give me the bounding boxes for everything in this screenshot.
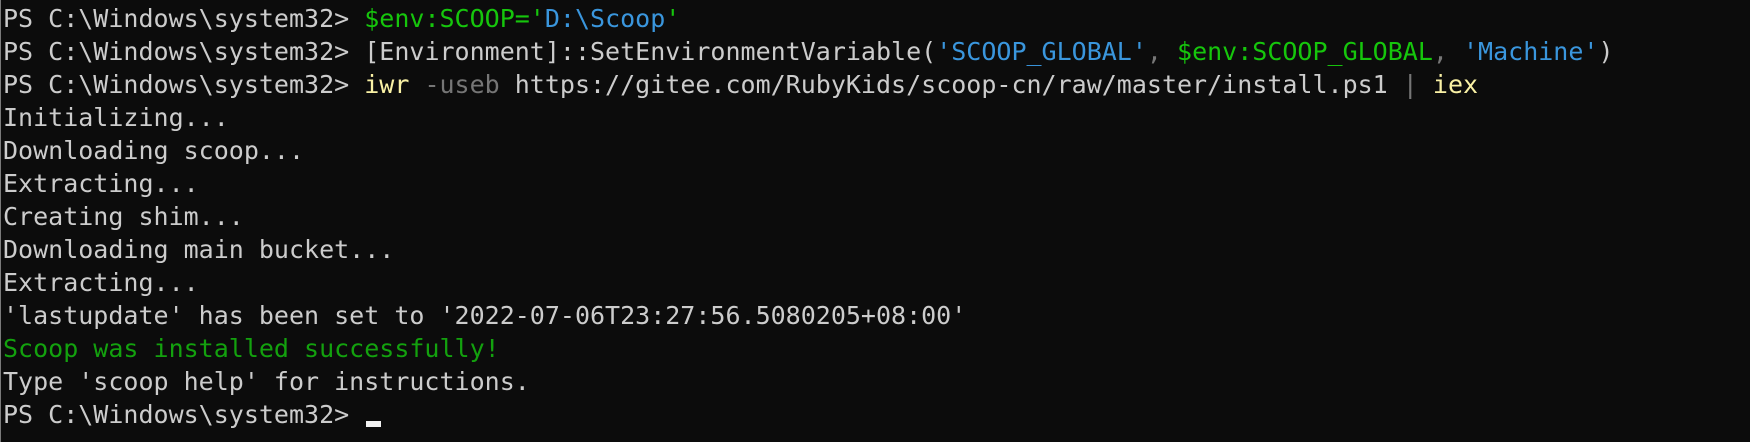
command-token: $env:SCOOP_GLOBAL (1177, 37, 1433, 66)
command-token: $env:SCOOP=' (364, 4, 545, 33)
command-line: PS C:\Windows\system32> $env:SCOOP='D:\S… (3, 2, 1750, 35)
prompt-text: PS C:\Windows\system32> (3, 400, 365, 429)
output-line: Downloading main bucket... (3, 233, 1750, 266)
active-prompt-line: PS C:\Windows\system32> (3, 398, 1750, 431)
output-line: Downloading scoop... (3, 134, 1750, 167)
command-token: ' (665, 4, 681, 33)
output-text: Downloading scoop... (3, 136, 305, 165)
prompt-text: PS C:\Windows\system32> (3, 4, 365, 33)
prompt-text: PS C:\Windows\system32> (3, 37, 365, 66)
command-token: ) (1598, 37, 1614, 66)
output-text: Scoop was installed successfully! (3, 334, 500, 363)
command-token: , (1146, 37, 1178, 66)
command-token: iex (1432, 70, 1479, 99)
command-token: 'Machine' (1463, 37, 1599, 66)
success-message: Scoop was installed successfully! (3, 332, 1750, 365)
output-text: Extracting... (3, 268, 199, 297)
command-token: https://gitee.com/RubyKids/scoop-cn/raw/… (499, 70, 1388, 99)
output-text: Initializing... (3, 103, 229, 132)
command-line: PS C:\Windows\system32> [Environment]::S… (3, 35, 1750, 68)
output-text: Type 'scoop help' for instructions. (3, 367, 530, 396)
command-token: D:\Scoop (544, 4, 666, 33)
output-line: Creating shim... (3, 200, 1750, 233)
output-text: Creating shim... (3, 202, 244, 231)
command-token: [Environment]::SetEnvironmentVariable( (364, 37, 937, 66)
prompt-text: PS C:\Windows\system32> (3, 70, 365, 99)
output-text: 'lastupdate' has been set to '2022-07-06… (3, 301, 967, 330)
command-token: iwr (364, 70, 410, 99)
output-line: Type 'scoop help' for instructions. (3, 365, 1750, 398)
command-token: , (1432, 37, 1463, 66)
output-text: Extracting... (3, 169, 199, 198)
output-line: Extracting... (3, 167, 1750, 200)
command-token: | (1387, 70, 1433, 99)
command-token: -useb (409, 70, 500, 99)
powershell-terminal[interactable]: PS C:\Windows\system32> $env:SCOOP='D:\S… (0, 0, 1750, 442)
output-line: Extracting... (3, 266, 1750, 299)
text-cursor[interactable] (366, 421, 382, 427)
command-line: PS C:\Windows\system32> iwr -useb https:… (3, 68, 1750, 101)
output-line: 'lastupdate' has been set to '2022-07-06… (3, 299, 1750, 332)
command-token: 'SCOOP_GLOBAL' (936, 37, 1147, 66)
output-text: Downloading main bucket... (3, 235, 395, 264)
output-line: Initializing... (3, 101, 1750, 134)
